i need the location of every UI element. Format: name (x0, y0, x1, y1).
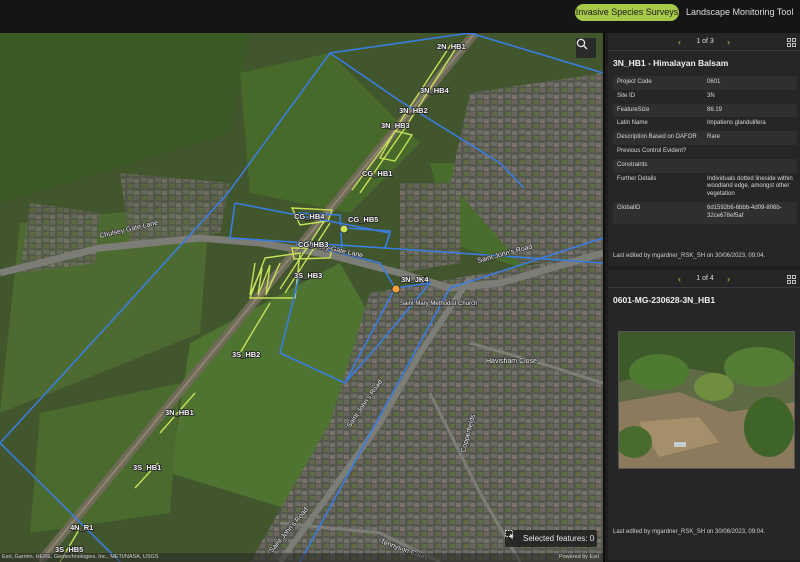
attribute-key: Constraints (613, 158, 703, 173)
attribute-value: Rare (703, 131, 797, 145)
map-attribution: Esri, Garmin, HERE, Geotechnologies, Inc… (0, 553, 603, 562)
last-edited-text: Last edited by mgardner_RSK_SH on 30/06/… (613, 529, 766, 535)
tab-landscape-monitoring-tool[interactable]: Landscape Monitoring Tool (686, 4, 793, 21)
survey-photo[interactable] (618, 331, 795, 469)
side-panel: ‹ 1 of 3 › 3N_HB1 - Himalayan Balsam Pro… (603, 33, 800, 562)
popup-pager: ‹ 1 of 3 › (608, 33, 800, 51)
feature-label[interactable]: 3S_HB2 (231, 349, 261, 360)
search-icon (576, 38, 588, 50)
feature-label[interactable]: 3S_HB1 (132, 462, 162, 473)
feature-label[interactable]: CG_HB3 (297, 239, 329, 250)
table-row: Further Details Individuals dotted linesi… (613, 172, 797, 202)
feature-label[interactable]: 4N_R1 (69, 522, 94, 533)
attribute-value: 86.19 (703, 103, 797, 118)
attribute-key: GlobalID (613, 201, 703, 224)
pager-text: 1 of 4 (696, 275, 714, 282)
list-view-icon[interactable] (787, 275, 796, 284)
attribute-value: 0601 (703, 76, 797, 90)
search-button[interactable] (576, 38, 596, 58)
table-row: Site ID 3N (613, 89, 797, 104)
feature-label[interactable]: 3N_JK4 (400, 274, 430, 285)
feature-marker-orange[interactable] (391, 284, 401, 294)
last-edited-text: Last edited by mgardner_RSK_SH on 30/06/… (613, 253, 766, 259)
feature-label[interactable]: CG_HB1 (361, 168, 393, 179)
feature-label[interactable]: 3N_HB4 (419, 85, 450, 96)
popup-pager: ‹ 1 of 4 › (608, 270, 800, 288)
table-row: Project Code 0601 (613, 76, 797, 90)
feature-label[interactable]: 3N_HB3 (380, 120, 410, 131)
feature-label[interactable]: 3N_HB2 (398, 105, 428, 116)
attribute-key: Description Based on DAFOR (613, 131, 703, 145)
pager-text: 1 of 3 (696, 38, 714, 45)
popup-card-photo: ‹ 1 of 4 › 0601-MG-230628-3N_HB1 Last ed… (608, 270, 800, 560)
table-row: Latin Name Impatiens glandulifera (613, 117, 797, 132)
powered-by-text[interactable]: Powered by Esri (559, 553, 599, 562)
attribute-key: Latin Name (613, 117, 703, 132)
attribute-key: Further Details (613, 172, 703, 202)
feature-label[interactable]: CG_HB5 (347, 214, 379, 225)
next-feature-button[interactable]: › (727, 33, 730, 51)
table-row: FeatureSize 86.19 (613, 103, 797, 118)
building-label: Saint Mary Methodist Church (400, 301, 477, 307)
road-label: Havisham Close (486, 358, 537, 365)
feature-label[interactable]: 3S_HB3 (293, 270, 323, 281)
attribute-key: FeatureSize (613, 103, 703, 118)
tab-invasive-species-surveys[interactable]: Invasive Species Surveys (575, 4, 679, 21)
top-bar: Invasive Species Surveys Landscape Monit… (0, 0, 800, 33)
next-feature-button[interactable]: › (727, 270, 730, 288)
table-row: GlobalID 6d1592b6-6bbb-4d09-806b-32ce678e… (613, 201, 797, 224)
selected-features-indicator[interactable]: Selected features: 0 (505, 530, 597, 547)
attribute-value: Individuals dotted lineside within woodl… (703, 172, 797, 202)
popup-title: 0601-MG-230628-3N_HB1 (613, 295, 716, 305)
table-row: Constraints (613, 158, 797, 173)
popup-card-attributes: ‹ 1 of 3 › 3N_HB1 - Himalayan Balsam Pro… (608, 33, 800, 266)
attribution-text: Esri, Garmin, HERE, Geotechnologies, Inc… (2, 554, 159, 560)
attribute-value: 6d1592b6-6bbb-4d09-806b-32ce678ef5af (703, 201, 797, 224)
attribute-key: Previous Control Evident? (613, 144, 703, 159)
map-view[interactable]: Chulsey Gate Lane Chulsey Gate Lane Sain… (0, 33, 603, 562)
attribute-value: Impatiens glandulifera (703, 117, 797, 132)
attribute-value: 3N (703, 89, 797, 104)
attribute-key: Site ID (613, 89, 703, 104)
map-canvas[interactable]: Chulsey Gate Lane Chulsey Gate Lane Sain… (0, 33, 603, 562)
previous-feature-button[interactable]: ‹ (678, 270, 681, 288)
selection-icon (505, 530, 514, 539)
feature-label[interactable]: CG_HB4 (293, 211, 326, 222)
popup-title: 3N_HB1 - Himalayan Balsam (613, 58, 729, 68)
previous-feature-button[interactable]: ‹ (678, 33, 681, 51)
feature-marker-green[interactable] (339, 224, 349, 234)
feature-label[interactable]: 2N_HB1 (436, 41, 466, 52)
feature-label[interactable]: 3N_HB1 (164, 407, 194, 418)
selected-features-label: Selected features: 0 (523, 534, 595, 543)
attribute-value (703, 144, 797, 159)
attribute-table: Project Code 0601 Site ID 3N FeatureSize 86… (613, 76, 797, 224)
attribute-value (703, 158, 797, 173)
photo-image (619, 332, 794, 468)
list-view-icon[interactable] (787, 38, 796, 47)
table-row: Description Based on DAFOR Rare (613, 131, 797, 145)
table-row: Previous Control Evident? (613, 144, 797, 159)
attribute-key: Project Code (613, 76, 703, 90)
